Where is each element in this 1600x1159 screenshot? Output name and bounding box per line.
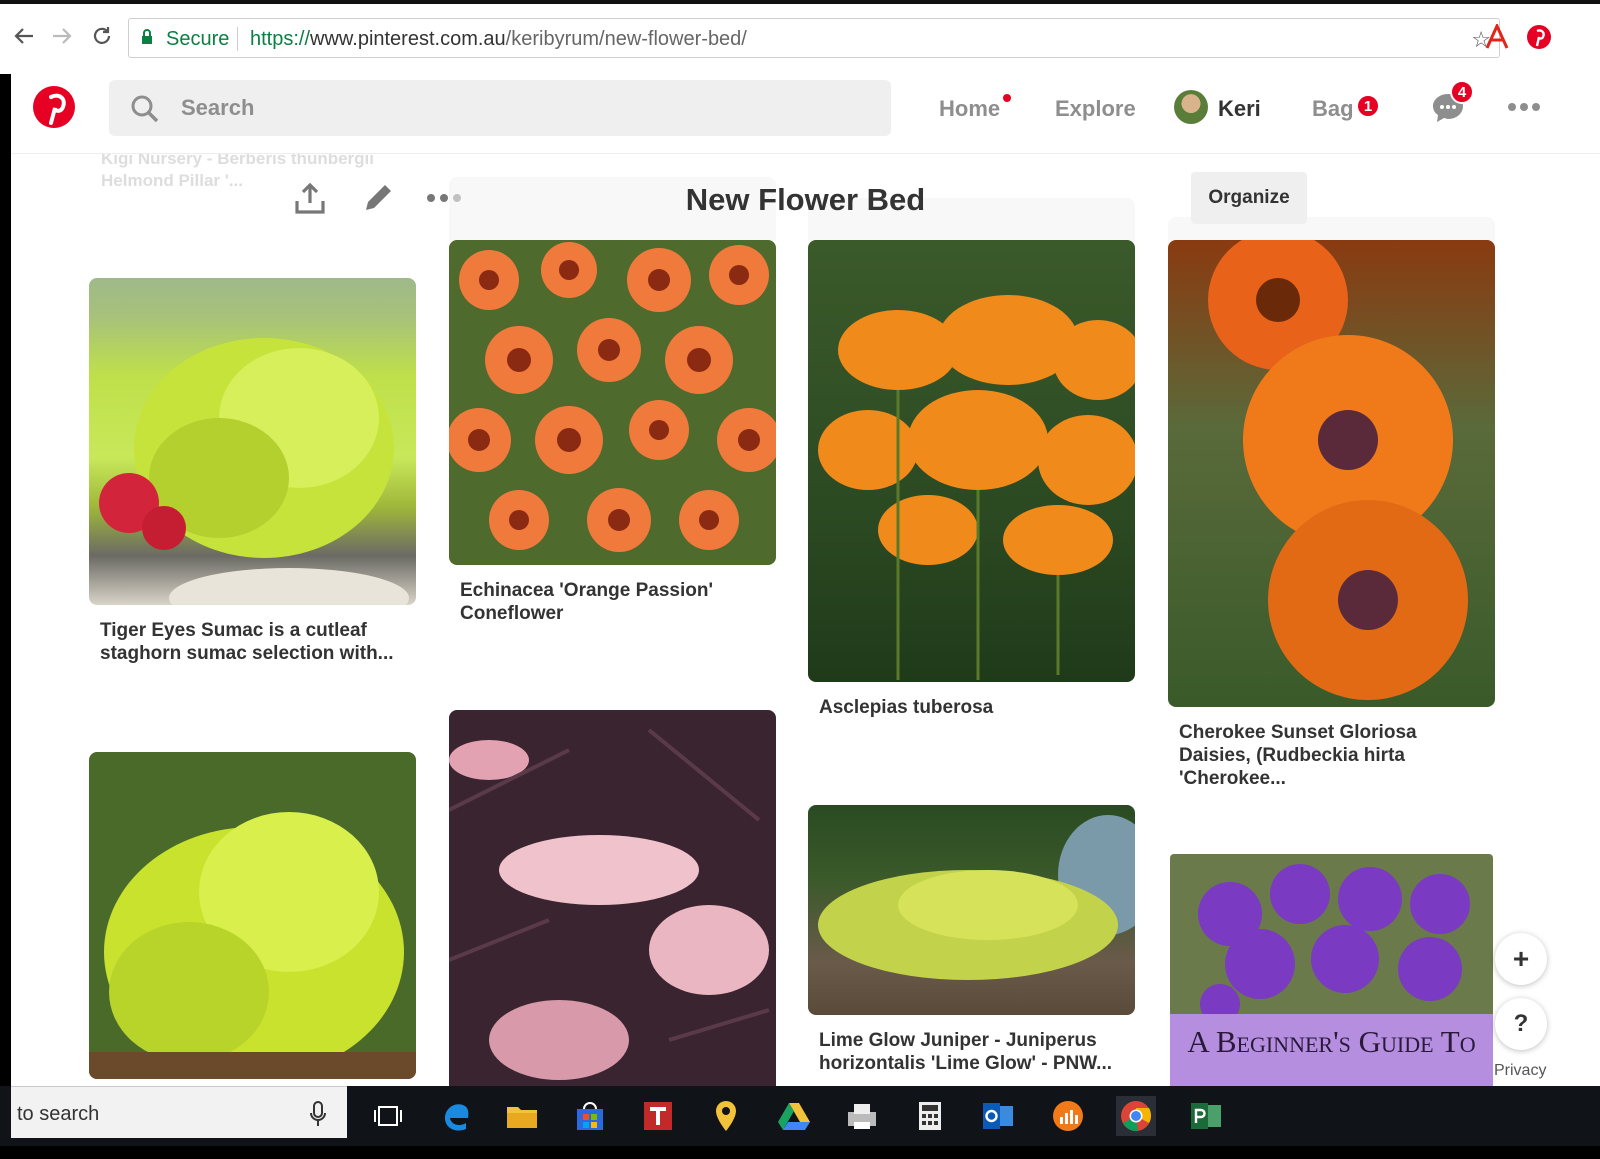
pin-caption: Cherokee Sunset Gloriosa Daisies, (Rudbe… xyxy=(1179,722,1417,789)
windows-taskbar: to search xyxy=(0,1086,1600,1146)
taskbar-search-text: to search xyxy=(17,1103,100,1125)
sumac-shrub-graphic xyxy=(99,338,409,605)
secure-label: Secure xyxy=(166,28,230,50)
window-top-edge xyxy=(0,0,1600,4)
pin-card[interactable] xyxy=(89,752,416,1079)
pin-caption: Echinacea 'Orange Passion' Coneflower xyxy=(460,580,713,624)
organize-button[interactable]: Organize xyxy=(1191,172,1307,224)
pinterest-logo[interactable] xyxy=(33,86,75,128)
search-icon xyxy=(131,95,159,123)
back-button[interactable] xyxy=(10,22,38,50)
pin-image-rudbeckia xyxy=(1168,240,1495,707)
task-view-icon[interactable] xyxy=(368,1096,408,1136)
pin-card[interactable]: A Beginner's Guide To xyxy=(1170,854,1493,1110)
google-drive-icon[interactable] xyxy=(774,1096,814,1136)
butterfly-weed-graphic xyxy=(818,295,1135,680)
pin-image-allium: A Beginner's Guide To xyxy=(1170,854,1493,1110)
chrome-icon[interactable] xyxy=(1116,1096,1156,1136)
search-placeholder: Search xyxy=(181,95,255,120)
pin-image-yellow-sumac xyxy=(89,752,416,1079)
edge-browser-icon[interactable] xyxy=(436,1096,476,1136)
pin-card[interactable]: Lime Glow Juniper - Juniperus horizontal… xyxy=(808,805,1135,1075)
back-arrow-icon xyxy=(14,28,33,44)
pin-image-asclepias xyxy=(808,240,1135,682)
url-text[interactable]: https://www.pinterest.com.au/keribyrum/n… xyxy=(250,28,747,51)
address-bar[interactable]: Secure https://www.pinterest.com.au/keri… xyxy=(128,18,1500,58)
yellow-sumac-graphic xyxy=(89,812,416,1079)
address-separator xyxy=(237,27,238,51)
pin-image-elderberry xyxy=(449,710,776,1110)
microphone-icon[interactable] xyxy=(309,1101,327,1127)
pin-image-juniper xyxy=(808,805,1135,1015)
acrobat-icon xyxy=(1485,24,1509,49)
elderberry-graphic xyxy=(449,728,770,1080)
rudbeckia-graphic xyxy=(1208,240,1468,700)
url-path: /keribyrum/new-flower-bed/ xyxy=(505,28,747,50)
store-icon[interactable] xyxy=(570,1096,610,1136)
site-header: Search Home Explore Keri Bag 1 4 xyxy=(11,74,1600,154)
nav-bag[interactable]: Bag xyxy=(1312,96,1354,122)
pin-image-coneflower xyxy=(449,240,776,565)
url-host: www.pinterest.com.au xyxy=(310,28,506,50)
avatar[interactable] xyxy=(1174,90,1208,124)
forward-button[interactable] xyxy=(48,22,76,50)
nav-user[interactable]: Keri xyxy=(1218,96,1261,122)
analytics-app-icon[interactable] xyxy=(1048,1096,1088,1136)
allium-overlay-title: A Beginner's Guide To xyxy=(1187,1024,1476,1059)
nav-explore[interactable]: Explore xyxy=(1055,96,1136,122)
help-button[interactable]: ? xyxy=(1495,998,1547,1050)
reload-button[interactable] xyxy=(88,22,116,50)
fax-printer-icon[interactable] xyxy=(842,1096,882,1136)
calculator-icon[interactable] xyxy=(910,1096,950,1136)
pin-card[interactable]: Echinacea 'Orange Passion' Coneflower xyxy=(449,240,776,625)
juniper-graphic xyxy=(818,815,1135,980)
pinterest-extension-icon[interactable] xyxy=(1524,22,1554,52)
bottom-strip xyxy=(0,1146,1600,1159)
pinterest-small-icon xyxy=(1527,25,1551,49)
pin-caption: Lime Glow Juniper - Juniperus horizontal… xyxy=(819,1030,1112,1074)
pin-card[interactable]: Tiger Eyes Sumac is a cutleaf staghorn s… xyxy=(89,278,416,665)
nav-home[interactable]: Home xyxy=(939,96,1000,122)
project-app-icon[interactable] xyxy=(1186,1096,1226,1136)
pin-caption: Asclepias tuberosa xyxy=(819,697,994,718)
allium-graphic xyxy=(1170,864,1493,1110)
app-t-icon[interactable] xyxy=(638,1096,678,1136)
privacy-link[interactable]: Privacy xyxy=(1494,1062,1546,1080)
url-scheme: https:// xyxy=(250,28,311,50)
reload-icon xyxy=(93,27,111,44)
pinterest-page: Search Home Explore Keri Bag 1 4 Kigi Nu… xyxy=(11,74,1600,1110)
more-options-icon[interactable] xyxy=(1507,102,1541,112)
file-explorer-icon[interactable] xyxy=(502,1096,542,1136)
maps-pin-icon[interactable] xyxy=(706,1096,746,1136)
pinterest-p-icon xyxy=(49,93,66,125)
search-bar[interactable]: Search xyxy=(109,80,891,136)
pin-image-sumac xyxy=(89,278,416,605)
browser-chrome: Secure https://www.pinterest.com.au/keri… xyxy=(0,0,1600,74)
lock-icon xyxy=(142,29,152,44)
coneflowers-graphic xyxy=(449,242,776,552)
pin-card[interactable]: Cherokee Sunset Gloriosa Daisies, (Rudbe… xyxy=(1168,240,1495,790)
pin-card[interactable] xyxy=(449,710,776,1110)
pin-card[interactable]: Asclepias tuberosa xyxy=(808,240,1135,719)
board-title: New Flower Bed xyxy=(685,182,926,217)
home-notification-dot xyxy=(1003,94,1011,102)
bag-count-badge: 1 xyxy=(1356,94,1380,118)
forward-arrow-icon xyxy=(53,28,72,44)
taskbar-search[interactable]: to search xyxy=(11,1086,347,1138)
add-pin-button[interactable]: + xyxy=(1495,933,1547,985)
pin-caption: Tiger Eyes Sumac is a cutleaf staghorn s… xyxy=(100,620,394,664)
outlook-icon[interactable] xyxy=(978,1096,1018,1136)
acrobat-extension-icon[interactable] xyxy=(1482,22,1512,52)
messages-count-badge: 4 xyxy=(1450,80,1474,104)
